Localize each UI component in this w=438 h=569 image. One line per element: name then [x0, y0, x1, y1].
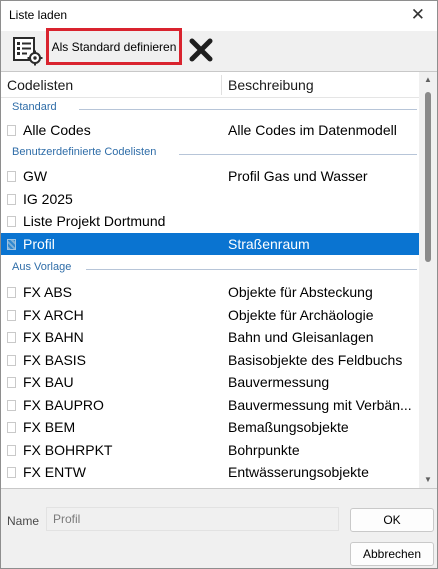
- column-header-beschreibung[interactable]: Beschreibung: [228, 77, 314, 93]
- item-checkbox[interactable]: [7, 399, 16, 411]
- list-item[interactable]: Alle Codes Alle Codes im Datenmodell: [1, 119, 419, 142]
- item-description: Straßenraum: [228, 235, 310, 252]
- column-separator[interactable]: [221, 75, 222, 95]
- item-description: Profil Gas und Wasser: [228, 168, 368, 184]
- title-bar: Liste laden ✕: [1, 1, 437, 31]
- item-name: Alle Codes: [23, 122, 91, 138]
- list-item[interactable]: FX BAU Bauvermessung: [1, 371, 419, 394]
- item-name: FX ARCH: [23, 306, 84, 323]
- item-checkbox[interactable]: [7, 193, 16, 205]
- item-description: Alle Codes im Datenmodell: [228, 122, 397, 138]
- list-settings-icon[interactable]: [11, 34, 43, 66]
- ok-button[interactable]: OK: [350, 508, 434, 532]
- item-name: IG 2025: [23, 190, 73, 207]
- group-label: Aus Vorlage: [12, 261, 77, 273]
- item-description: Bauvermessung mit Verbän...: [228, 396, 412, 413]
- scroll-down-icon[interactable]: ▼: [419, 472, 437, 488]
- item-description: Basisobjekte des Feldbuchs: [228, 351, 403, 368]
- list-item[interactable]: FX ARCH Objekte für Archäologie: [1, 304, 419, 327]
- toolbar: Als Standard definieren: [1, 28, 437, 69]
- group-header-aus-vorlage: Aus Vorlage: [1, 258, 419, 280]
- item-name: GW: [23, 168, 48, 184]
- item-name: Profil: [23, 235, 55, 252]
- item-checkbox[interactable]: [7, 287, 16, 298]
- item-checkbox[interactable]: [7, 377, 16, 388]
- list-item[interactable]: GW Profil Gas und Wasser: [1, 165, 419, 188]
- item-description: Objekte für Absteckung: [228, 284, 373, 300]
- item-checkbox[interactable]: [7, 238, 16, 250]
- item-name: FX BAUPRO: [23, 396, 104, 413]
- item-description: Bahn und Gleisanlagen: [228, 329, 374, 345]
- group-divider: [86, 269, 417, 270]
- scroll-up-icon[interactable]: ▲: [419, 72, 437, 88]
- window-title: Liste laden: [9, 8, 68, 22]
- list-item[interactable]: FX BAHN Bahn und Gleisanlagen: [1, 326, 419, 349]
- list-item[interactable]: FX ABS Objekte für Absteckung: [1, 281, 419, 304]
- item-description: Bemaßungsobjekte: [228, 419, 349, 435]
- item-checkbox[interactable]: [7, 354, 16, 366]
- column-header: Codelisten Beschreibung: [1, 72, 419, 98]
- close-icon[interactable]: ✕: [411, 5, 425, 25]
- item-name: FX ABS: [23, 284, 73, 300]
- vertical-scrollbar[interactable]: ▲ ▼: [419, 72, 437, 488]
- list-item[interactable]: FX BASIS Basisobjekte des Feldbuchs: [1, 349, 419, 372]
- column-header-codelisten[interactable]: Codelisten: [7, 77, 73, 93]
- item-checkbox[interactable]: [7, 444, 16, 456]
- group-divider: [79, 109, 417, 110]
- list-item[interactable]: FX BOHRPKT Bohrpunkte: [1, 439, 419, 462]
- group-label: Standard: [12, 101, 62, 113]
- item-checkbox[interactable]: [7, 422, 16, 433]
- item-checkbox[interactable]: [7, 467, 16, 478]
- item-name: FX BAHN: [23, 329, 84, 345]
- item-name: Liste Projekt Dortmund: [23, 213, 166, 229]
- list-item[interactable]: IG 2025: [1, 188, 419, 211]
- item-checkbox[interactable]: [7, 125, 16, 136]
- dialog-window: Liste laden ✕ Als Standard definieren Co…: [0, 0, 438, 569]
- item-name: FX BOHRPKT: [23, 441, 113, 458]
- list-item[interactable]: FX ENTW Entwässerungsobjekte: [1, 461, 419, 484]
- item-checkbox[interactable]: [7, 332, 16, 343]
- scrollbar-thumb[interactable]: [425, 92, 431, 262]
- item-checkbox[interactable]: [7, 309, 16, 321]
- item-description: Bauvermessung: [228, 374, 330, 390]
- item-name: FX BASIS: [23, 351, 87, 368]
- codelist-list[interactable]: Codelisten Beschreibung Standard Alle Co…: [1, 71, 437, 489]
- item-name: FX ENTW: [23, 464, 86, 480]
- group-header-benutzerdefiniert: Benutzerdefinierte Codelisten: [1, 143, 419, 165]
- item-checkbox[interactable]: [7, 171, 16, 182]
- item-description: Entwässerungsobjekte: [228, 464, 369, 480]
- item-name: FX BAU: [23, 374, 74, 390]
- delete-x-icon[interactable]: [188, 37, 214, 63]
- list-item[interactable]: Liste Projekt Dortmund: [1, 210, 419, 233]
- name-label: Name: [7, 514, 40, 528]
- group-label: Benutzerdefinierte Codelisten: [12, 146, 162, 158]
- list-item[interactable]: FX BAUPRO Bauvermessung mit Verbän...: [1, 394, 419, 417]
- item-description: Objekte für Archäologie: [228, 306, 374, 323]
- item-name: FX BEM: [23, 419, 76, 435]
- group-divider: [179, 154, 417, 155]
- list-item[interactable]: FX BEM Bemaßungsobjekte: [1, 416, 419, 439]
- name-field[interactable]: Profil: [46, 507, 339, 531]
- item-checkbox[interactable]: [7, 216, 16, 227]
- set-default-button[interactable]: Als Standard definieren: [46, 28, 182, 65]
- cancel-button[interactable]: Abbrechen: [350, 542, 434, 566]
- item-description: Bohrpunkte: [228, 441, 300, 458]
- list-item-selected[interactable]: Profil Straßenraum: [1, 232, 419, 255]
- group-header-standard: Standard: [1, 98, 419, 120]
